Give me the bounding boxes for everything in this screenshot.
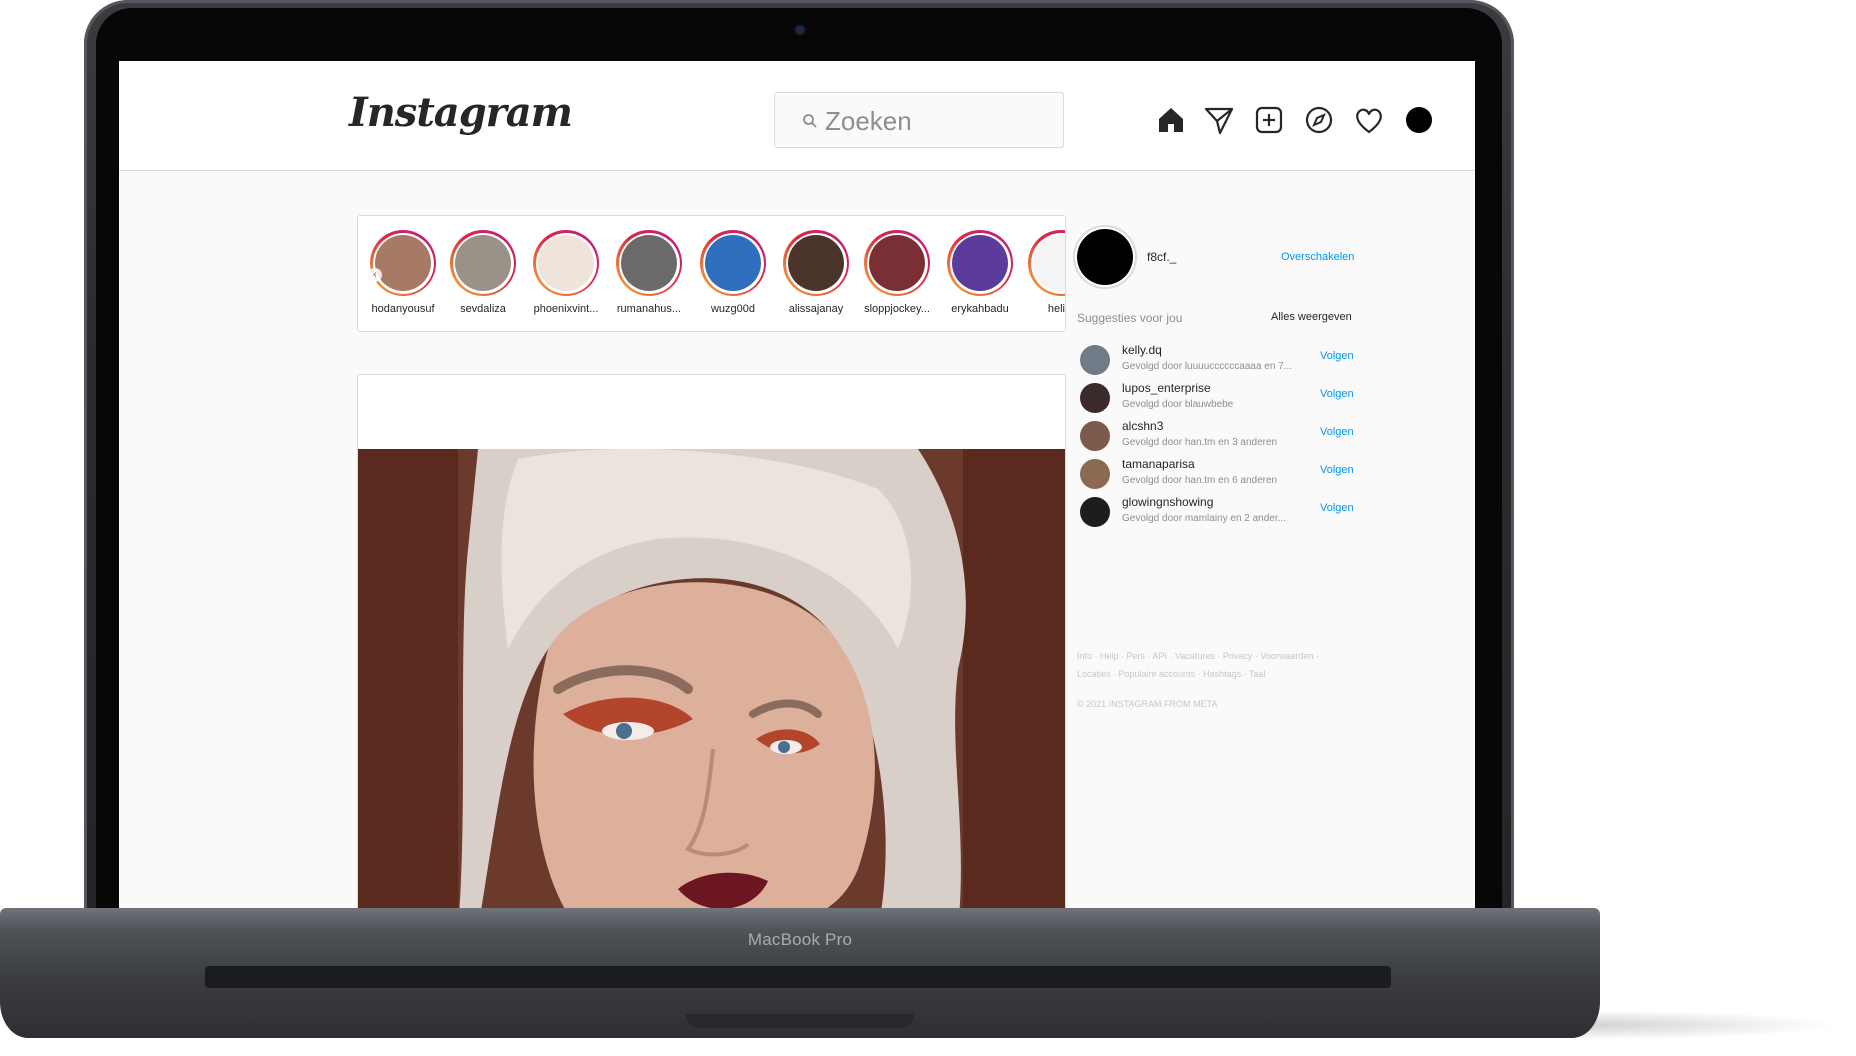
suggestion-row: lupos_enterprise Gevolgd door blauwbebe … xyxy=(1080,377,1360,417)
follow-button[interactable]: Volgen xyxy=(1320,426,1354,438)
suggestion-avatar[interactable] xyxy=(1080,345,1110,375)
story-item[interactable]: heliot xyxy=(1020,230,1065,315)
suggestion-row: alcshn3 Gevolgd door han.tm en 3 anderen… xyxy=(1080,415,1360,455)
current-user-username[interactable]: f8cf._ xyxy=(1147,250,1176,264)
laptop-shadow xyxy=(1580,1010,1840,1040)
suggestion-avatar[interactable] xyxy=(1080,383,1110,413)
webcam xyxy=(796,26,804,34)
story-username: rumanahus... xyxy=(616,303,682,315)
device-label: MacBook Pro xyxy=(747,930,853,949)
story-username: hodanyousuf xyxy=(371,303,435,315)
suggestion-followed-by: Gevolgd door han.tm en 3 anderen xyxy=(1122,437,1278,448)
explore-icon[interactable] xyxy=(1303,104,1335,136)
stories-prev-arrow-icon[interactable]: ‹ xyxy=(368,268,382,282)
switch-account-button[interactable]: Overschakelen xyxy=(1281,251,1354,263)
home-icon[interactable] xyxy=(1155,104,1187,136)
search-input[interactable]: Zoeken xyxy=(774,92,1064,148)
suggestion-username[interactable]: kelly.dq xyxy=(1122,343,1162,357)
suggestion-row: tamanaparisa Gevolgd door han.tm en 6 an… xyxy=(1080,453,1360,493)
story-item[interactable]: rumanahus... xyxy=(608,230,690,315)
story-item[interactable]: sloppjockey... xyxy=(856,230,938,315)
direct-message-icon[interactable] xyxy=(1203,104,1235,136)
story-username: wuzg00d xyxy=(710,303,756,315)
follow-button[interactable]: Volgen xyxy=(1320,388,1354,400)
follow-button[interactable]: Volgen xyxy=(1320,464,1354,476)
suggestion-avatar[interactable] xyxy=(1080,421,1110,451)
post-image[interactable] xyxy=(358,449,1065,909)
suggestion-followed-by: Gevolgd door han.tm en 6 anderen xyxy=(1122,475,1278,486)
story-ring xyxy=(1028,230,1065,296)
story-avatar xyxy=(621,235,677,291)
story-avatar xyxy=(952,235,1008,291)
suggestion-followed-by: Gevolgd door luuuuccccccaaaa en 7... xyxy=(1122,361,1293,372)
suggestion-followed-by: Gevolgd door mamlainy en 2 ander... xyxy=(1122,513,1286,524)
see-all-suggestions-link[interactable]: Alles weergeven xyxy=(1271,311,1352,323)
laptop-screen: Instagram Zoeken hodanyousuf sevdaliza p… xyxy=(119,61,1475,909)
story-avatar xyxy=(1033,235,1065,291)
story-ring xyxy=(450,230,516,296)
story-username: heliot xyxy=(1047,303,1065,315)
suggestion-username[interactable]: glowingnshowing xyxy=(1122,495,1213,509)
suggestion-avatar[interactable] xyxy=(1080,497,1110,527)
story-ring xyxy=(947,230,1013,296)
follow-button[interactable]: Volgen xyxy=(1320,350,1354,362)
story-username: sevdaliza xyxy=(460,303,506,315)
suggestion-username[interactable]: alcshn3 xyxy=(1122,419,1163,433)
footer-links-line-1[interactable]: Info · Help · Pers · API · Vacatures · P… xyxy=(1077,647,1357,665)
suggestion-username[interactable]: lupos_enterprise xyxy=(1122,381,1211,395)
story-username: phoenixvint... xyxy=(533,303,599,315)
copyright-notice: © 2021 INSTAGRAM FROM META xyxy=(1077,699,1218,709)
top-navigation-bar: Instagram Zoeken xyxy=(119,61,1475,171)
new-post-icon[interactable] xyxy=(1253,104,1285,136)
story-ring xyxy=(370,230,436,296)
suggestion-row: glowingnshowing Gevolgd door mamlainy en… xyxy=(1080,491,1360,531)
suggestion-avatar[interactable] xyxy=(1080,459,1110,489)
current-user-avatar[interactable] xyxy=(1077,229,1133,285)
story-ring xyxy=(864,230,930,296)
stories-tray: hodanyousuf sevdaliza phoenixvint... rum… xyxy=(357,215,1066,332)
suggestion-row: kelly.dq Gevolgd door luuuuccccccaaaa en… xyxy=(1080,339,1360,379)
suggestion-followed-by: Gevolgd door blauwbebe xyxy=(1122,399,1234,410)
story-avatar xyxy=(455,235,511,291)
follow-button[interactable]: Volgen xyxy=(1320,502,1354,514)
activity-heart-icon[interactable] xyxy=(1353,104,1385,136)
profile-avatar-icon[interactable] xyxy=(1403,104,1435,136)
suggestion-username[interactable]: tamanaparisa xyxy=(1122,457,1195,471)
laptop-opening-notch xyxy=(686,1014,914,1028)
footer-links: Info · Help · Pers · API · Vacatures · P… xyxy=(1077,647,1357,683)
story-item[interactable]: alissajanay xyxy=(775,230,857,315)
story-username: sloppjockey... xyxy=(864,303,930,315)
story-item[interactable]: wuzg00d xyxy=(692,230,774,315)
story-avatar xyxy=(869,235,925,291)
story-item[interactable]: erykahbadu xyxy=(939,230,1021,315)
footer-links-line-2[interactable]: Locaties · Populaire accounts · Hashtags… xyxy=(1077,665,1357,683)
story-username: alissajanay xyxy=(788,303,844,315)
story-ring xyxy=(783,230,849,296)
suggestions-heading: Suggesties voor jou xyxy=(1077,311,1183,325)
story-ring xyxy=(533,230,599,296)
story-avatar xyxy=(538,235,594,291)
nav-icon-group xyxy=(1155,104,1455,136)
story-ring xyxy=(700,230,766,296)
laptop-keyboard-edge xyxy=(205,966,1391,988)
story-item[interactable]: sevdaliza xyxy=(442,230,524,315)
search-icon xyxy=(803,114,817,128)
feed-post xyxy=(357,374,1066,909)
story-avatar xyxy=(788,235,844,291)
story-ring xyxy=(616,230,682,296)
story-item[interactable]: phoenixvint... xyxy=(525,230,607,315)
story-avatar xyxy=(705,235,761,291)
story-username: erykahbadu xyxy=(951,303,1009,315)
story-avatar xyxy=(375,235,431,291)
search-placeholder: Zoeken xyxy=(825,106,912,136)
instagram-logo[interactable]: Instagram xyxy=(349,89,573,136)
